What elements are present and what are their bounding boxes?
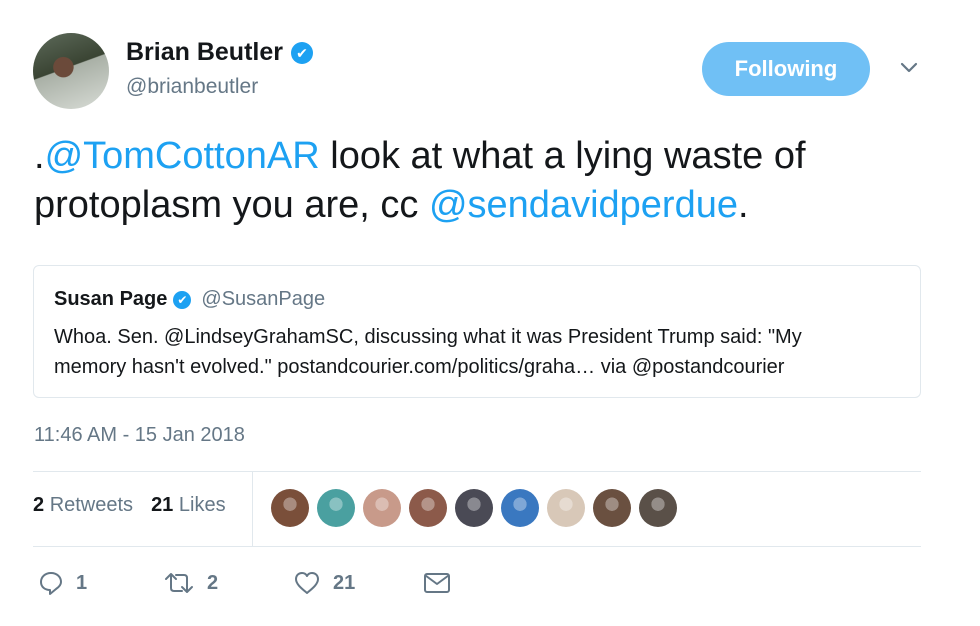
quoted-tweet-text: Whoa. Sen. @LindseyGrahamSC, discussing …: [54, 322, 904, 382]
tweet-suffix: .: [737, 184, 749, 226]
divider: [252, 472, 253, 546]
liker-avatar[interactable]: [501, 489, 539, 527]
liker-avatar[interactable]: [363, 489, 401, 527]
reply-count: 1: [76, 571, 88, 594]
tweet-stats: 2 Retweets 21 Likes: [33, 494, 226, 517]
likes-label: Likes: [178, 494, 226, 516]
retweet-count: 2: [207, 571, 219, 594]
liker-avatar[interactable]: [455, 489, 493, 527]
retweets-label: Retweets: [49, 494, 134, 516]
mention-link[interactable]: @TomCottonAR: [45, 135, 320, 177]
retweets-count: 2: [33, 494, 45, 516]
like-icon: [293, 570, 321, 596]
author-display-name[interactable]: Brian Beutler: [126, 38, 283, 67]
liker-avatar[interactable]: [271, 489, 309, 527]
liker-avatar[interactable]: [409, 489, 447, 527]
retweet-icon: [163, 570, 195, 596]
liker-avatars: [271, 489, 677, 527]
message-icon: [423, 571, 451, 595]
divider: [33, 546, 921, 547]
chevron-down-icon[interactable]: [898, 56, 920, 78]
reply-button[interactable]: 1: [38, 570, 163, 596]
author-avatar[interactable]: [33, 33, 109, 109]
retweet-button[interactable]: 2: [163, 570, 293, 596]
liker-avatar[interactable]: [593, 489, 631, 527]
tweet-prefix: .: [34, 135, 45, 177]
retweets-stat[interactable]: 2 Retweets: [33, 494, 133, 517]
quoted-text-line: Whoa. Sen. @LindseyGrahamSC, discussing …: [54, 326, 802, 348]
divider: [33, 471, 921, 472]
liker-avatar[interactable]: [547, 489, 585, 527]
like-count: 21: [333, 571, 356, 594]
quoted-text-line: memory hasn't evolved." postandcourier.c…: [54, 356, 785, 378]
quoted-tweet-header: Susan Page ✔ @SusanPage: [54, 288, 325, 311]
verified-badge-icon: ✔: [290, 41, 313, 64]
likes-count: 21: [151, 494, 174, 516]
author-handle[interactable]: @brianbeutler: [126, 75, 258, 99]
liker-avatar[interactable]: [639, 489, 677, 527]
likes-stat[interactable]: 21 Likes: [151, 494, 226, 517]
tweet-actions: 1 2 21: [38, 570, 451, 596]
like-button[interactable]: 21: [293, 570, 423, 596]
tweet-text: .@TomCottonAR look at what a lying waste…: [34, 132, 934, 230]
verified-badge-icon: ✔: [173, 290, 192, 309]
reply-icon: [38, 570, 64, 596]
quoted-tweet[interactable]: Susan Page ✔ @SusanPage Whoa. Sen. @Lind…: [33, 265, 921, 398]
author-name-row: Brian Beutler ✔: [126, 38, 313, 67]
liker-avatar[interactable]: [317, 489, 355, 527]
quoted-author-name: Susan Page: [54, 288, 168, 310]
tweet-timestamp[interactable]: 11:46 AM - 15 Jan 2018: [34, 424, 245, 447]
mention-link[interactable]: @sendavidperdue: [429, 184, 738, 226]
message-button[interactable]: [423, 571, 451, 595]
quoted-author-handle: @SusanPage: [201, 288, 326, 310]
following-button[interactable]: Following: [702, 42, 870, 96]
